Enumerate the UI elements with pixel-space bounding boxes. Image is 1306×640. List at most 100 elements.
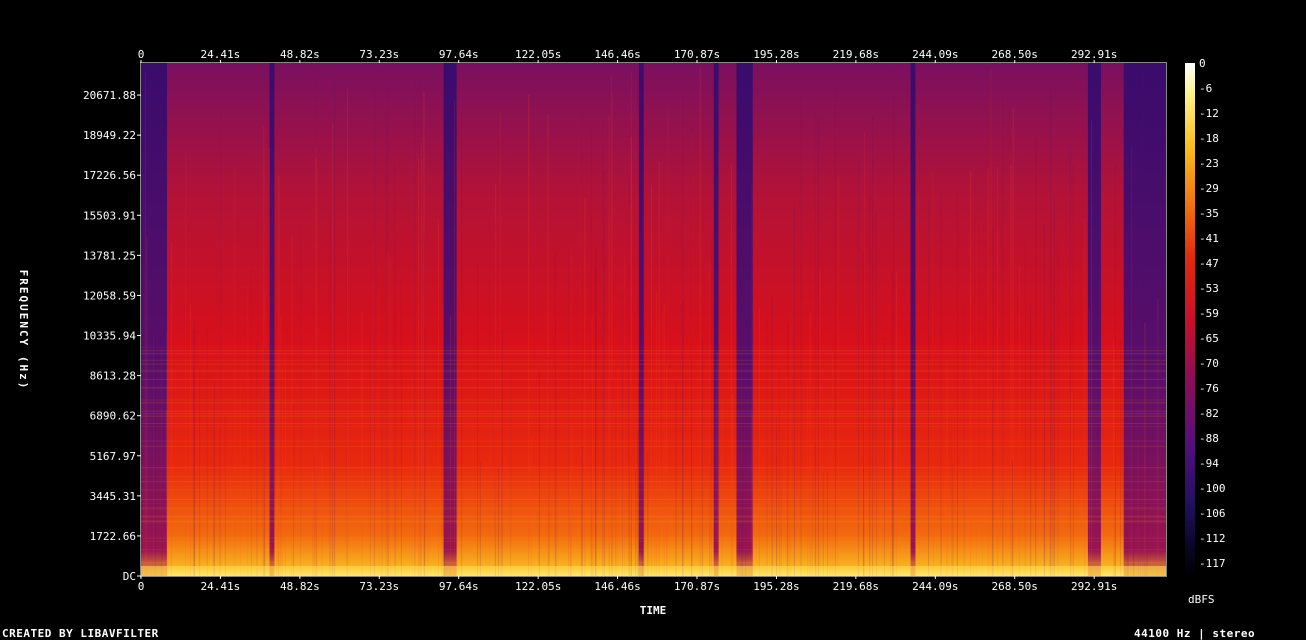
x-tick-label-bottom: 195.28s <box>753 580 799 593</box>
colorbar-tick-label: -29 <box>1199 182 1219 195</box>
colorbar-tick-label: -112 <box>1199 532 1226 545</box>
texture-harmonic <box>141 537 1166 539</box>
x-tick-label-bottom: 219.68s <box>833 580 879 593</box>
colorbar-tick-label: -23 <box>1199 157 1219 170</box>
texture-streak <box>624 253 626 577</box>
texture-streak <box>819 268 821 576</box>
texture-streak <box>691 127 693 576</box>
plot-area <box>140 62 1167 577</box>
colorbar-tick-label: -18 <box>1199 132 1219 145</box>
texture-streak <box>858 159 860 576</box>
texture-streak <box>963 304 965 576</box>
texture-harmonic <box>141 353 1166 355</box>
texture-streak <box>240 386 242 576</box>
texture-harmonic <box>141 481 1166 483</box>
texture-streak <box>220 111 222 576</box>
quiet-segment <box>638 63 644 576</box>
texture-streak <box>499 112 501 577</box>
texture-harmonic <box>141 515 1166 517</box>
texture-harmonic <box>141 489 1166 491</box>
x-tick-label-bottom: 122.05s <box>515 580 561 593</box>
y-tick-label: 5167.97 <box>90 450 136 463</box>
texture-streak <box>312 472 314 576</box>
texture-streak <box>316 157 318 577</box>
x-tick-label-top: 48.82s <box>280 48 320 61</box>
texture-streak <box>291 234 293 576</box>
texture-streak <box>716 352 718 576</box>
texture-streak <box>510 370 512 576</box>
x-tick-label-top: 219.68s <box>833 48 879 61</box>
texture-streak <box>643 243 645 576</box>
texture-streak <box>479 462 481 576</box>
texture-streak <box>477 263 479 576</box>
texture-streak <box>654 418 656 576</box>
texture-streak <box>869 196 871 577</box>
credit-text: CREATED BY LIBAVFILTER <box>2 627 159 640</box>
texture-streak <box>863 253 865 577</box>
x-tick-label-top: 122.05s <box>515 48 561 61</box>
texture-streak <box>1088 307 1090 576</box>
texture-harmonic <box>141 415 1166 417</box>
texture-streak <box>1146 283 1148 576</box>
texture-streak <box>395 275 397 576</box>
texture-harmonic <box>141 499 1166 501</box>
texture-streak <box>940 188 942 576</box>
texture-streak <box>281 367 283 576</box>
y-tick-label: 17226.56 <box>83 169 136 182</box>
colorbar-tick-label: -12 <box>1199 107 1219 120</box>
texture-streak <box>956 189 958 576</box>
texture-streak <box>199 368 201 576</box>
texture-streak <box>1157 298 1159 576</box>
colorbar-gradient <box>1185 63 1195 576</box>
texture-harmonic <box>141 399 1166 401</box>
texture-streak <box>663 303 665 576</box>
texture-harmonic <box>141 371 1166 373</box>
texture-streak <box>264 291 266 576</box>
texture-streak <box>454 100 456 576</box>
quiet-segment <box>713 63 719 576</box>
texture-streak <box>1051 332 1053 576</box>
x-axis-top: 0 24.41s 48.82s 73.23s 97.64s 122.05s 146.46s 1… <box>138 48 1117 63</box>
texture-streak <box>377 264 379 576</box>
texture-streak <box>666 365 668 576</box>
texture-streak <box>826 472 828 576</box>
texture-streak <box>701 337 703 576</box>
texture-streak <box>171 242 173 576</box>
texture-streak <box>682 86 684 576</box>
quiet-segment <box>736 63 753 576</box>
quiet-segment <box>910 63 916 576</box>
texture-streak <box>811 470 813 576</box>
texture-streak <box>1011 460 1013 576</box>
texture-streak <box>219 428 221 576</box>
texture-streak <box>1131 145 1133 577</box>
texture-streak <box>334 78 336 576</box>
texture-streak <box>189 304 191 576</box>
texture-streak <box>759 308 761 576</box>
texture-streak <box>547 114 549 577</box>
texture-streak <box>831 351 833 576</box>
texture-streak <box>1137 356 1139 576</box>
texture-harmonic <box>141 413 1166 415</box>
texture-harmonic <box>141 520 1166 522</box>
colorbar-tick-label: -88 <box>1199 432 1219 445</box>
texture-streak <box>771 296 773 576</box>
texture-streak <box>141 273 143 576</box>
texture-streak <box>385 110 387 576</box>
texture-harmonic <box>141 561 1166 563</box>
texture-streak <box>932 171 934 576</box>
texture-harmonic <box>141 445 1166 447</box>
colorbar-ticks: 0 -6 -12 -18 -23 -29 -35 -41 -47 -53 -59 -65 -70 -76 -… <box>1199 57 1226 570</box>
texture-streak <box>809 312 811 576</box>
x-tick-label-top: 97.64s <box>439 48 479 61</box>
x-tick-label-top: 0 <box>138 48 145 61</box>
x-tick-label-bottom: 24.41s <box>201 580 241 593</box>
texture-streak <box>361 311 363 576</box>
texture-streak <box>892 407 894 576</box>
texture-harmonic <box>141 516 1166 518</box>
texture-streak <box>530 436 532 576</box>
x-tick-label-top: 244.09s <box>912 48 958 61</box>
texture-harmonic <box>141 386 1166 388</box>
texture-streak <box>581 445 583 576</box>
texture-streak <box>592 442 594 576</box>
texture-streak <box>817 116 819 576</box>
